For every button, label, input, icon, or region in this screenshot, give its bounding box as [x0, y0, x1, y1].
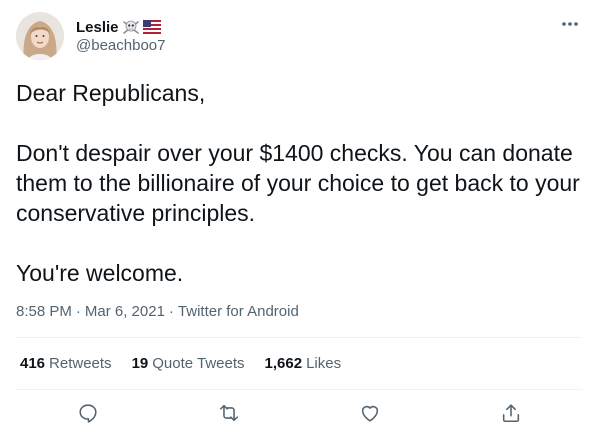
quote-tweets-count: 19	[131, 355, 149, 372]
meta-separator: ·	[75, 303, 81, 320]
tweet-source[interactable]: Twitter for Android	[178, 303, 299, 320]
retweets-stat[interactable]: 416 Retweets	[20, 355, 112, 372]
reply-icon[interactable]	[75, 400, 101, 426]
more-options-icon[interactable]	[558, 14, 582, 34]
skull-crossbones-icon	[122, 19, 140, 35]
name-row: Leslie	[76, 17, 161, 37]
like-icon[interactable]	[357, 400, 383, 426]
tweet-time[interactable]: 8:58 PM	[16, 303, 72, 320]
divider	[16, 337, 582, 338]
user-handle[interactable]: @beachboo7	[76, 37, 165, 54]
likes-stat[interactable]: 1,662 Likes	[265, 355, 342, 372]
quote-tweets-label: Quote Tweets	[152, 355, 245, 372]
tweet-actions	[0, 400, 598, 426]
retweets-label: Retweets	[49, 355, 112, 372]
us-flag-icon	[142, 19, 161, 35]
avatar[interactable]	[16, 12, 64, 60]
share-icon[interactable]	[498, 400, 524, 426]
tweet-paragraph: Don't despair over your $1400 checks. Yo…	[16, 140, 580, 226]
tweet-stats: 416 Retweets 19 Quote Tweets 1,662 Likes	[20, 355, 341, 372]
likes-count: 1,662	[264, 355, 303, 372]
retweets-count: 416	[20, 355, 46, 372]
tweet-date[interactable]: Mar 6, 2021	[85, 303, 165, 320]
tweet-meta: 8:58 PM · Mar 6, 2021 · Twitter for Andr…	[16, 303, 299, 320]
tweet-paragraph: Dear Republicans,	[16, 80, 206, 106]
display-name[interactable]: Leslie	[76, 19, 119, 36]
tweet-text: Dear Republicans, Don't despair over you…	[16, 78, 582, 288]
tweet-card: Leslie @beachboo7 Dear Republicans, Don'…	[0, 0, 598, 437]
likes-label: Likes	[306, 355, 342, 372]
divider	[16, 389, 582, 390]
retweet-icon[interactable]	[216, 400, 242, 426]
tweet-paragraph: You're welcome.	[16, 260, 184, 286]
quote-tweets-stat[interactable]: 19 Quote Tweets	[132, 355, 245, 372]
tweet-header: Leslie @beachboo7	[16, 12, 582, 62]
meta-separator: ·	[168, 303, 174, 320]
